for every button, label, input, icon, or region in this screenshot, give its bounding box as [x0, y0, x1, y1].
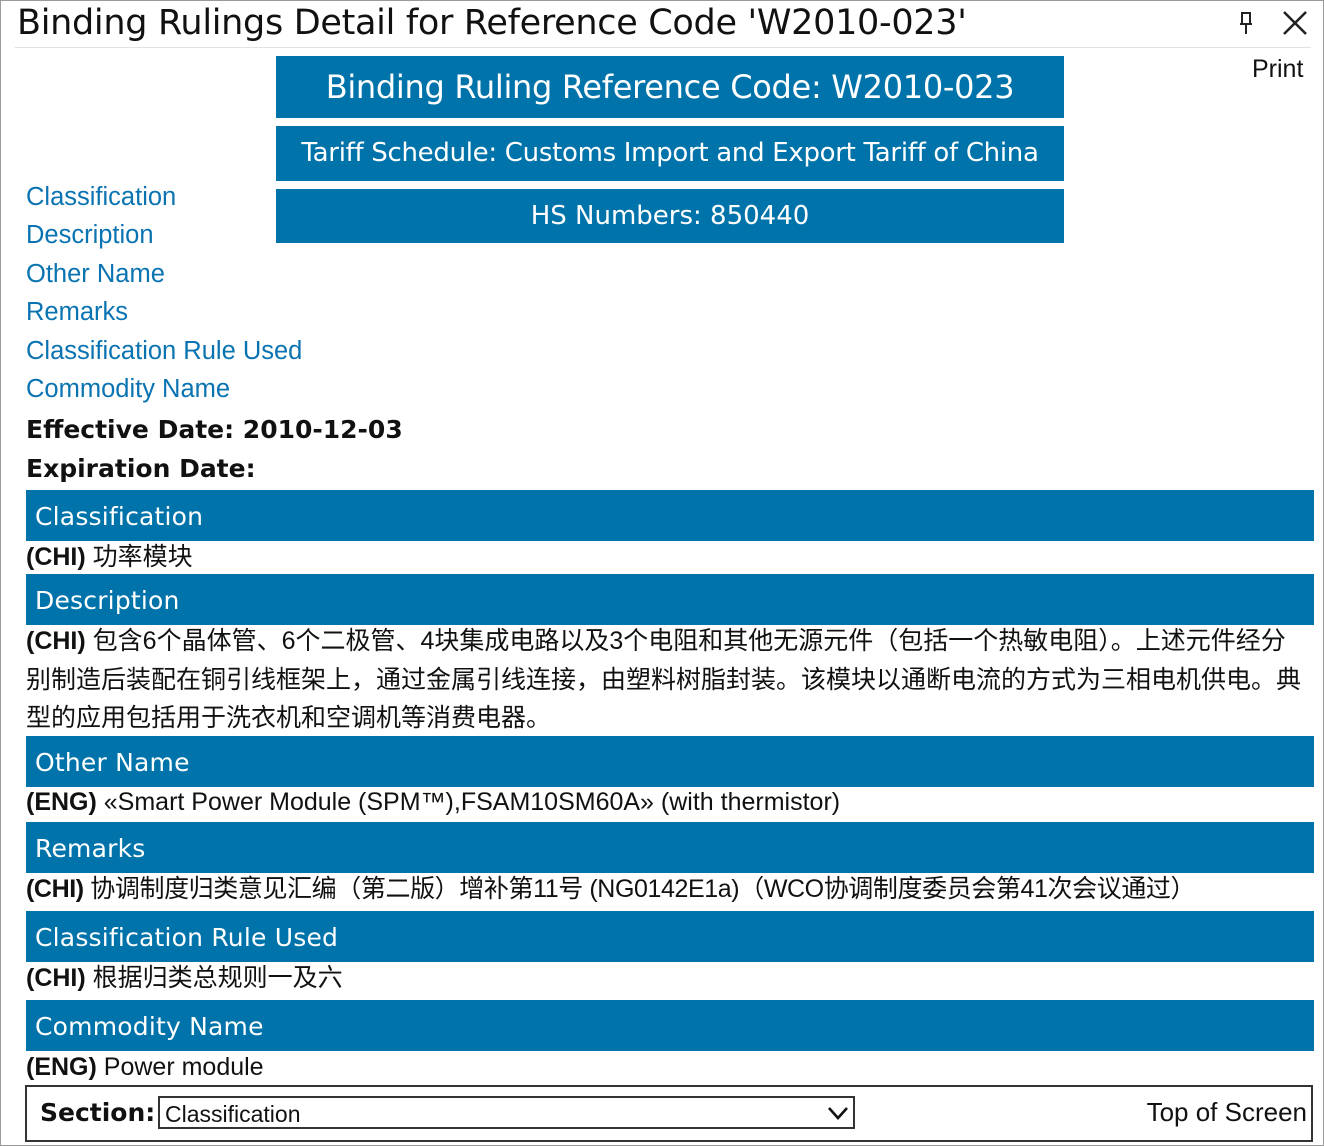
section-body-other-name: (ENG) «Smart Power Module (SPM™),FSAM10S…: [26, 783, 1316, 822]
nav-link-classification[interactable]: Classification: [26, 181, 302, 219]
reference-code-banner: Binding Ruling Reference Code: W2010-023: [276, 56, 1064, 118]
top-of-screen-link[interactable]: Top of Screen: [1147, 1097, 1307, 1128]
section-body-commodity-name: (ENG) Power module: [26, 1048, 1316, 1087]
section-nav: Classification Description Other Name Re…: [26, 181, 302, 411]
section-header-commodity-name: Commodity Name: [26, 1000, 1314, 1051]
section-select-value: Classification: [165, 1101, 301, 1127]
section-text: «Smart Power Module (SPM™),FSAM10SM60A» …: [103, 788, 841, 816]
hs-numbers-banner: HS Numbers: 850440: [276, 189, 1064, 243]
section-body-remarks: (CHI) 协调制度归类意见汇编（第二版）增补第11号 (NG0142E1a)（…: [26, 870, 1316, 909]
section-header-classification: Classification: [26, 490, 1314, 541]
window-title: Binding Rulings Detail for Reference Cod…: [17, 3, 967, 43]
section-header-classification-rule-used: Classification Rule Used: [26, 911, 1314, 962]
section-text: 协调制度归类意见汇编（第二版）增补第11号 (NG0142E1a)（WCO协调制…: [90, 875, 1196, 903]
nav-link-description[interactable]: Description: [26, 219, 302, 257]
section-header-other-name: Other Name: [26, 736, 1314, 787]
tariff-schedule-banner: Tariff Schedule: Customs Import and Expo…: [276, 126, 1064, 181]
section-text: 功率模块: [92, 543, 193, 571]
nav-link-other-name[interactable]: Other Name: [26, 258, 302, 296]
language-tag: (CHI): [26, 875, 84, 903]
pin-icon[interactable]: [1237, 11, 1255, 35]
section-body-description: (CHI) 包含6个晶体管、6个二极管、4块集成电路以及3个电阻和其他无源元件（…: [26, 622, 1301, 738]
section-body-classification: (CHI) 功率模块: [26, 538, 1316, 577]
expiration-date: Expiration Date:: [26, 454, 256, 483]
language-tag: (CHI): [26, 627, 86, 655]
section-text: Power module: [103, 1053, 264, 1081]
nav-link-remarks[interactable]: Remarks: [26, 296, 302, 334]
section-select-label: Section:: [40, 1098, 156, 1127]
chevron-down-icon: [828, 1107, 848, 1120]
section-header-remarks: Remarks: [26, 822, 1314, 873]
section-header-description: Description: [26, 574, 1314, 625]
section-text: 根据归类总规则一及六: [92, 964, 343, 992]
section-footer-bar: Section: Classification Top of Screen: [25, 1085, 1313, 1142]
section-body-classification-rule-used: (CHI) 根据归类总规则一及六: [26, 959, 1316, 998]
dialog-window: Binding Rulings Detail for Reference Cod…: [0, 0, 1324, 1146]
nav-link-classification-rule-used[interactable]: Classification Rule Used: [26, 335, 302, 373]
close-icon[interactable]: [1281, 9, 1309, 37]
language-tag: (ENG): [26, 788, 97, 816]
language-tag: (ENG): [26, 1053, 97, 1081]
section-text: 包含6个晶体管、6个二极管、4块集成电路以及3个电阻和其他无源元件（包括一个热敏…: [26, 627, 1302, 732]
print-button[interactable]: Print: [1252, 55, 1303, 84]
language-tag: (CHI): [26, 543, 86, 571]
language-tag: (CHI): [26, 964, 86, 992]
nav-link-commodity-name[interactable]: Commodity Name: [26, 373, 302, 411]
section-select[interactable]: Classification: [158, 1096, 855, 1129]
effective-date: Effective Date: 2010-12-03: [26, 415, 403, 444]
title-bar: Binding Rulings Detail for Reference Cod…: [15, 1, 1311, 48]
